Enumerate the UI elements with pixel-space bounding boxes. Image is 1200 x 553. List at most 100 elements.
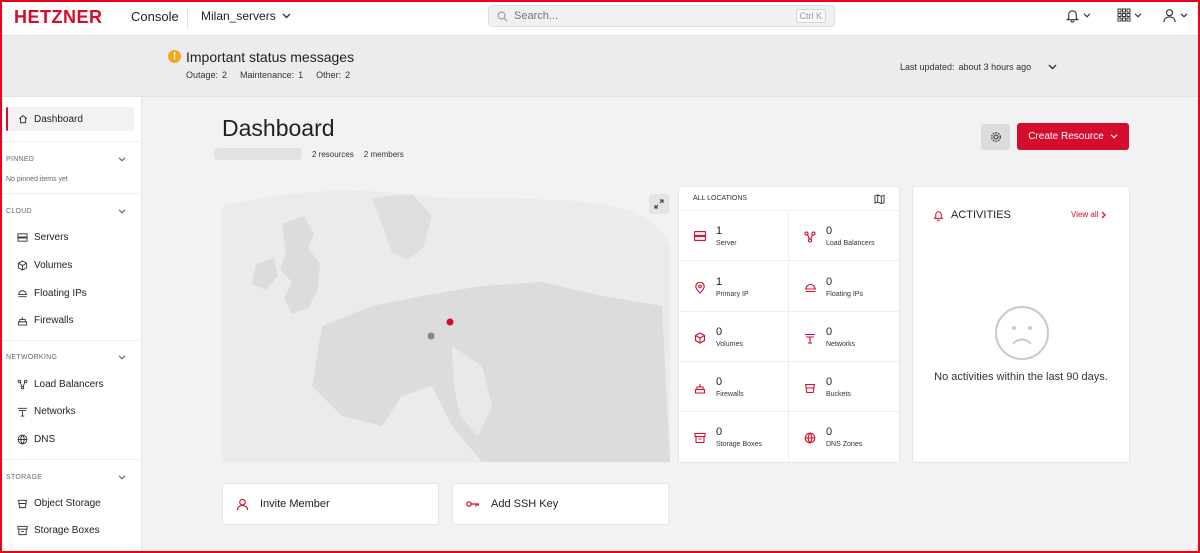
location-marker [427, 332, 435, 340]
activities-card: ACTIVITIES View all No activities within… [912, 186, 1130, 463]
invite-member-button[interactable]: Invite Member [222, 483, 439, 525]
server-icon [17, 233, 28, 242]
expand-icon [654, 199, 664, 209]
grid-icon [1117, 8, 1131, 22]
divider [187, 8, 188, 28]
resource-servers[interactable]: 1 Server [679, 211, 789, 261]
resource-count: 0 [826, 225, 833, 237]
resource-count: 0 [716, 376, 723, 388]
divider [2, 459, 142, 460]
outage-count: Outage: 2 [186, 70, 228, 80]
key-icon [466, 501, 479, 507]
section-storage[interactable]: STORAGE [6, 474, 126, 481]
section-networking[interactable]: NETWORKING [6, 354, 126, 361]
maintenance-count: Maintenance: 1 [240, 70, 304, 80]
project-meta: 2 resources 2 members [214, 148, 404, 160]
resource-primary-ips[interactable]: 1 Primary IP [679, 262, 789, 312]
sidebar-item-servers[interactable]: Servers [17, 232, 68, 243]
volume-icon [694, 332, 706, 344]
resource-storage-boxes[interactable]: 0 Storage Boxes [679, 412, 789, 462]
sidebar: Dashboard PINNED No pinned items yet CLO… [2, 97, 142, 553]
expand-map-button[interactable] [649, 194, 669, 214]
resource-label: Primary IP [716, 291, 749, 298]
resource-count: 0 [826, 326, 833, 338]
search-input[interactable] [514, 10, 790, 22]
resource-floating-ips[interactable]: 0 Floating IPs [789, 262, 899, 312]
members-count[interactable]: 2 members [364, 150, 404, 159]
globe-icon [17, 434, 28, 445]
server-icon [694, 231, 706, 241]
redacted-project-id [214, 148, 302, 160]
search-box[interactable]: Ctrl K [488, 5, 835, 27]
chevron-down-icon [118, 475, 126, 480]
locations-map[interactable] [222, 186, 670, 462]
locations-title: ALL LOCATIONS [693, 195, 748, 202]
section-cloud[interactable]: CLOUD [6, 208, 126, 215]
status-title[interactable]: Important status messages [186, 49, 354, 65]
resource-volumes[interactable]: 0 Volumes [679, 312, 789, 362]
sidebar-item-networks[interactable]: Networks [17, 406, 76, 417]
resource-dns-zones[interactable]: 0 DNS Zones [789, 412, 899, 462]
map-icon[interactable] [874, 193, 885, 204]
user-icon [1163, 9, 1176, 23]
search-icon [497, 11, 508, 21]
hetzner-logo[interactable]: HETZNER [14, 7, 103, 28]
settings-button[interactable] [981, 124, 1010, 150]
section-pinned[interactable]: PINNED [6, 156, 126, 163]
sidebar-item-object-storage[interactable]: Object Storage [17, 498, 101, 509]
sidebar-item-label: Load Balancers [34, 379, 104, 390]
view-all-link[interactable]: View all [1071, 210, 1107, 219]
pinned-empty-note: No pinned items yet [6, 176, 68, 183]
add-ssh-key-button[interactable]: Add SSH Key [452, 483, 669, 525]
section-label: PINNED [6, 156, 35, 163]
sidebar-item-label: Firewalls [34, 315, 74, 326]
sidebar-item-label: Dashboard [34, 113, 83, 125]
floating-ip-icon [805, 283, 816, 293]
chevron-down-icon [282, 13, 291, 19]
divider [2, 141, 142, 142]
resource-label: Load Balancers [826, 240, 875, 247]
top-bar: HETZNER Console Milan_servers Ctrl K [0, 0, 1200, 36]
sidebar-item-label: Floating IPs [34, 288, 87, 299]
sidebar-item-floating-ips[interactable]: Floating IPs [17, 288, 87, 299]
chevron-down-icon [118, 209, 126, 214]
resource-buckets[interactable]: 0 Buckets [789, 362, 899, 412]
resource-count: 0 [716, 326, 723, 338]
sidebar-item-dashboard[interactable]: Dashboard [6, 107, 134, 131]
resource-load-balancers[interactable]: 0 Load Balancers [789, 211, 899, 261]
add-ssh-key-label: Add SSH Key [491, 498, 559, 510]
resource-label: Storage Boxes [716, 441, 762, 448]
activities-header: ACTIVITIES [933, 209, 1011, 221]
notifications-button[interactable] [1065, 8, 1091, 23]
resource-firewalls[interactable]: 0 Firewalls [679, 362, 789, 412]
sidebar-item-load-balancers[interactable]: Load Balancers [17, 379, 104, 390]
resource-count: 0 [826, 276, 833, 288]
sidebar-item-dns[interactable]: DNS [17, 434, 55, 445]
sidebar-item-storage-boxes[interactable]: Storage Boxes [17, 525, 100, 536]
storage-box-icon [694, 432, 706, 444]
apps-button[interactable] [1117, 8, 1142, 22]
load-balancer-icon [804, 231, 816, 243]
home-icon [18, 114, 28, 124]
server-location-marker [446, 318, 454, 326]
user-menu-button[interactable] [1162, 8, 1188, 23]
resource-networks[interactable]: 0 Networks [789, 312, 899, 362]
last-updated-label: Last updated: [900, 62, 955, 72]
project-selector[interactable]: Milan_servers [201, 9, 291, 23]
bell-icon [933, 211, 944, 221]
chevron-down-icon[interactable] [1048, 64, 1057, 70]
chevron-down-icon [1134, 12, 1142, 18]
chevron-down-icon [1180, 13, 1188, 18]
sidebar-item-label: Object Storage [34, 498, 101, 509]
network-icon [805, 333, 815, 344]
create-resource-button[interactable]: Create Resource [1017, 123, 1129, 150]
sidebar-item-volumes[interactable]: Volumes [17, 260, 72, 271]
sidebar-item-firewalls[interactable]: Firewalls [17, 315, 73, 326]
resources-count[interactable]: 2 resources [312, 150, 354, 159]
search-shortcut: Ctrl K [795, 9, 826, 23]
chevron-down-icon [1110, 134, 1118, 139]
section-label: NETWORKING [6, 354, 58, 361]
chevron-down-icon [1083, 13, 1091, 18]
divider [2, 193, 142, 194]
storage-box-icon [17, 525, 28, 536]
